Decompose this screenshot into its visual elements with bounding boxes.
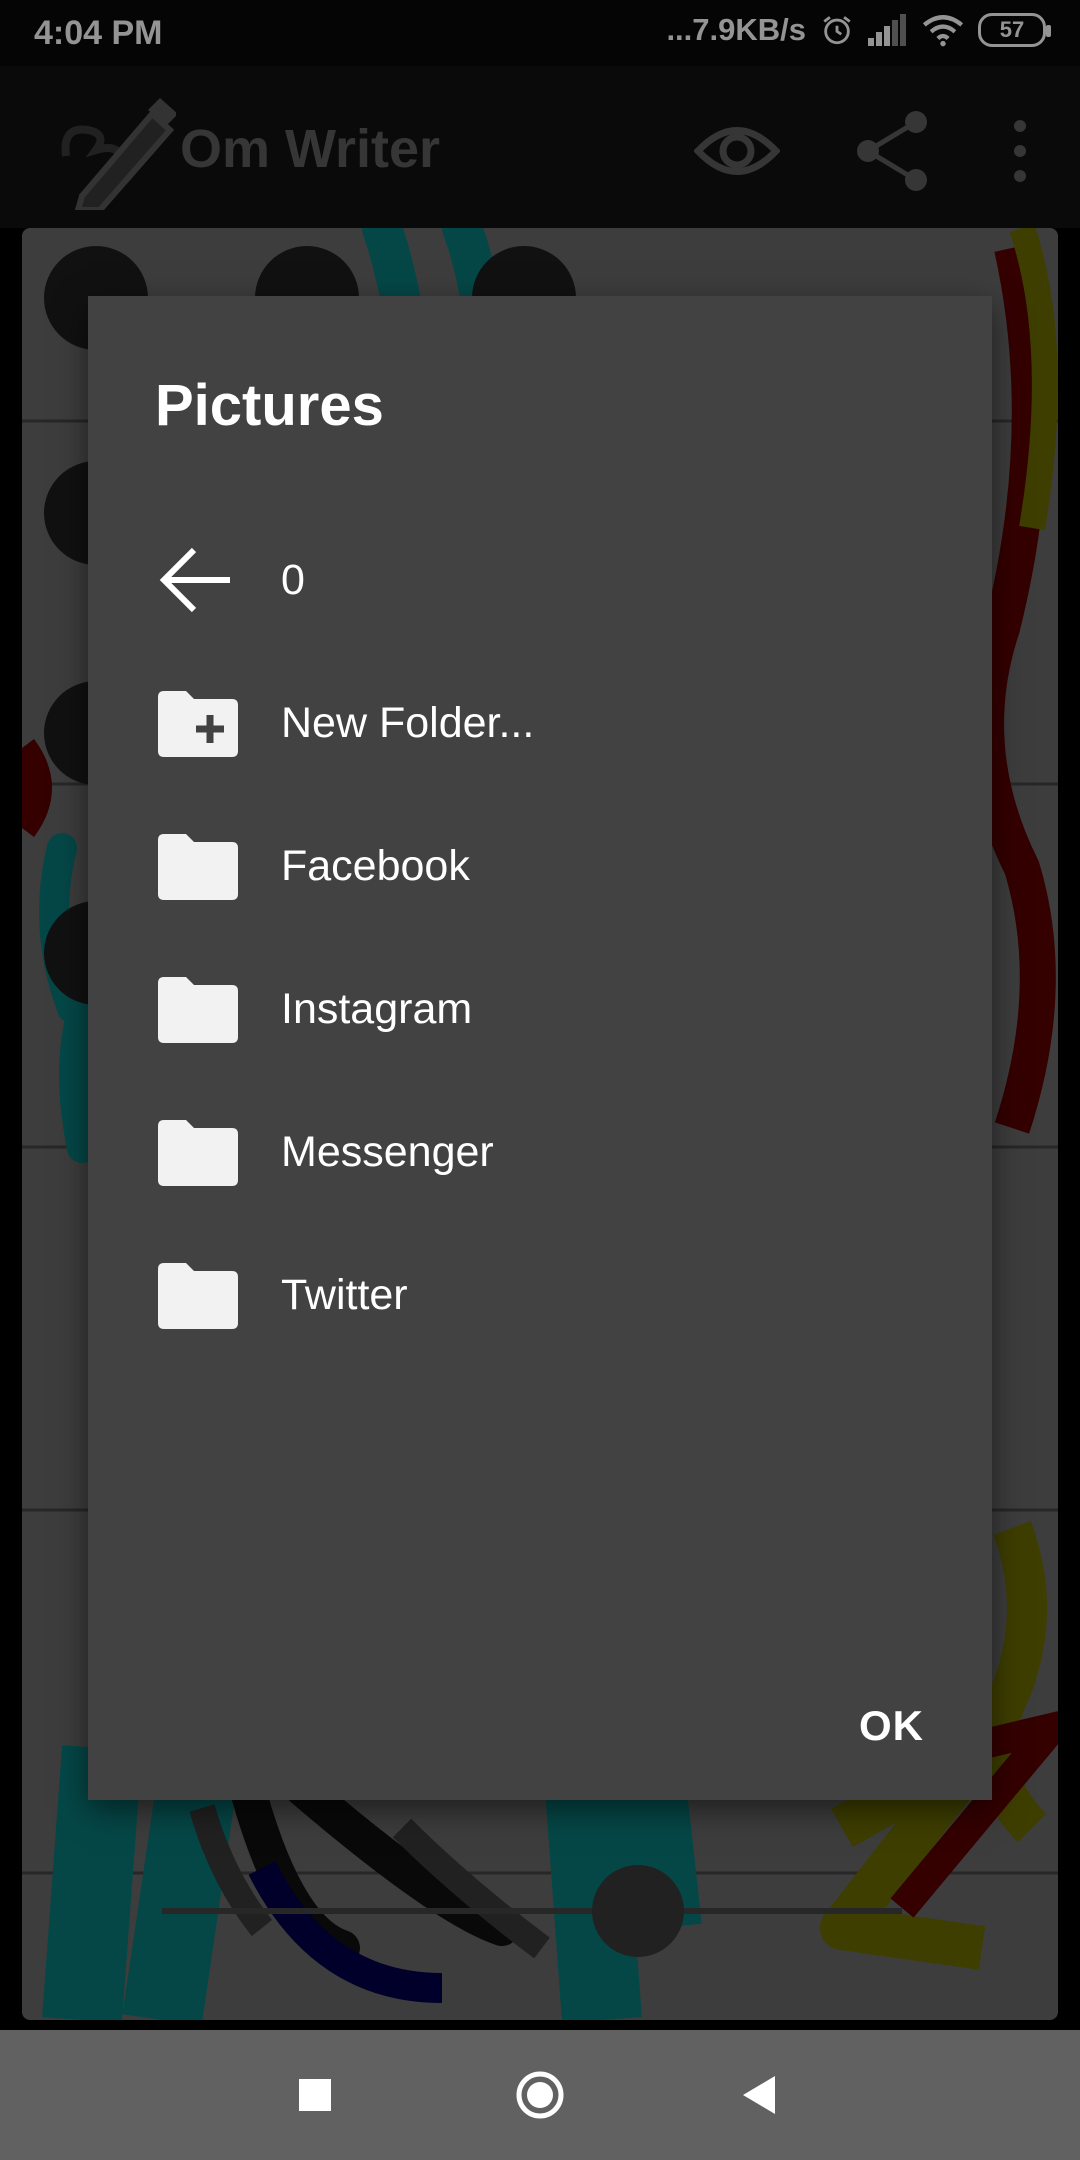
list-item-parent-dir[interactable]: 0 [88,508,992,651]
list-item-folder-instagram[interactable]: Instagram [88,937,992,1080]
folder-icon [158,1263,238,1329]
folder-icon [158,834,238,900]
list-item-label: 0 [281,556,305,604]
dialog-title: Pictures [155,373,384,438]
list-item-label: Instagram [281,985,473,1033]
recents-square-icon[interactable] [250,2030,380,2160]
list-item-label: Facebook [281,842,470,890]
folder-icon [158,977,238,1043]
list-item-label: Messenger [281,1128,494,1176]
list-item-folder-facebook[interactable]: Facebook [88,794,992,937]
arrow-back-icon [159,547,230,613]
folder-picker-dialog: Pictures 0 New Folder... Facebook Instag… [88,296,992,1800]
ok-button[interactable]: OK [857,1696,926,1756]
list-item-new-folder[interactable]: New Folder... [88,651,992,794]
back-triangle-icon[interactable] [695,2030,825,2160]
folder-icon [158,1120,238,1186]
system-nav-bar [0,2030,1080,2160]
list-item-folder-twitter[interactable]: Twitter [88,1223,992,1366]
list-item-folder-messenger[interactable]: Messenger [88,1080,992,1223]
home-circle-icon[interactable] [475,2030,605,2160]
list-item-label: Twitter [281,1271,408,1319]
folder-list: 0 New Folder... Facebook Instagram Messe… [88,508,992,1366]
folder-add-icon [158,691,238,757]
list-item-label: New Folder... [281,699,535,747]
